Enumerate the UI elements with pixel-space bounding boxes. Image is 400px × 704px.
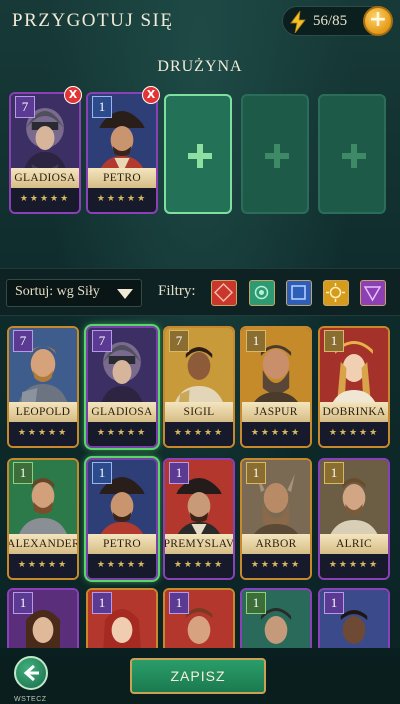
purple-filter-button[interactable] bbox=[360, 280, 386, 306]
water-square-icon bbox=[291, 285, 306, 300]
nature-circle-icon bbox=[254, 285, 269, 300]
sort-label: Sortuj: wg Siły bbox=[15, 284, 100, 299]
star-rating: ★★★★★ bbox=[88, 422, 156, 446]
red-filter-button[interactable] bbox=[211, 280, 237, 306]
star-rating: ★★★★★ bbox=[88, 554, 156, 578]
hero-name: PETRO bbox=[88, 534, 156, 554]
blue-filter-button[interactable] bbox=[286, 280, 312, 306]
hero-card-sigil[interactable]: 7 SIGIL ★★★★★ bbox=[163, 326, 235, 448]
bottom-bar: WSTECZ ZAPISZ bbox=[0, 648, 400, 704]
remove-member-button[interactable]: X bbox=[142, 86, 160, 104]
star-rating: ★★★★★ bbox=[320, 422, 388, 446]
hero-card-leopold[interactable]: 7 LEOPOLD ★★★★★ bbox=[7, 326, 79, 448]
lightning-icon bbox=[290, 11, 306, 33]
app-screen: PRZYGOTUJ SIĘ 56/85 + DRUŻYNA 7 GLADIOSA… bbox=[0, 0, 400, 704]
empty-team-slot[interactable] bbox=[164, 94, 232, 214]
hero-card[interactable]: 1 bbox=[86, 588, 158, 648]
level-badge: 1 bbox=[324, 462, 344, 484]
team-card-petro[interactable]: 1 PETRO ★★★★★ bbox=[86, 92, 158, 214]
add-energy-button[interactable]: + bbox=[363, 6, 393, 36]
star-rating: ★★★★★ bbox=[320, 554, 388, 578]
hero-card-alric[interactable]: 1 ALRIC ★★★★★ bbox=[318, 458, 390, 580]
star-rating: ★★★★★ bbox=[165, 554, 233, 578]
chevron-down-icon bbox=[117, 289, 133, 299]
hero-name: DOBRINKA bbox=[320, 402, 388, 422]
hero-name: JASPUR bbox=[242, 402, 310, 422]
plus-icon bbox=[188, 144, 212, 168]
hero-card-jaspur[interactable]: 1 JASPUR ★★★★★ bbox=[240, 326, 312, 448]
hero-name: PETRO bbox=[88, 168, 156, 188]
hero-card[interactable]: 1 bbox=[7, 588, 79, 648]
fire-diamond-icon bbox=[213, 282, 234, 303]
level-badge: 7 bbox=[13, 330, 33, 352]
star-rating: ★★★★★ bbox=[165, 422, 233, 446]
energy-value: 56/85 bbox=[313, 13, 348, 29]
energy-counter: 56/85 + bbox=[282, 6, 393, 36]
level-badge: 1 bbox=[13, 462, 33, 484]
level-badge: 1 bbox=[246, 462, 266, 484]
level-badge: 1 bbox=[246, 592, 266, 614]
save-button[interactable]: ZAPISZ bbox=[130, 658, 266, 694]
level-badge: 1 bbox=[92, 592, 112, 614]
level-badge: 1 bbox=[246, 330, 266, 352]
remove-member-button[interactable]: X bbox=[64, 86, 82, 104]
sun-icon bbox=[326, 283, 345, 302]
header: PRZYGOTUJ SIĘ 56/85 + bbox=[0, 0, 400, 44]
hero-card-premyslav[interactable]: 1 PREMYSLAV ★★★★★ bbox=[163, 458, 235, 580]
gold-filter-button[interactable] bbox=[323, 280, 349, 306]
plus-icon bbox=[342, 144, 366, 168]
level-badge: 1 bbox=[92, 462, 112, 484]
hero-name: ALEXANDER bbox=[9, 534, 77, 554]
dark-triangle-icon bbox=[363, 286, 382, 302]
level-badge: 1 bbox=[169, 592, 189, 614]
sort-dropdown[interactable]: Sortuj: wg Siły bbox=[6, 279, 142, 307]
hero-name: GLADIOSA bbox=[11, 168, 79, 188]
hero-name: ARBOR bbox=[242, 534, 310, 554]
level-badge: 7 bbox=[169, 330, 189, 352]
level-badge: 1 bbox=[13, 592, 33, 614]
hero-card-gladiosa[interactable]: 7 GLADIOSA ★★★★★ bbox=[86, 326, 158, 448]
level-badge: 7 bbox=[15, 96, 35, 118]
empty-team-slot[interactable] bbox=[318, 94, 386, 214]
star-rating: ★★★★★ bbox=[9, 554, 77, 578]
level-badge: 1 bbox=[324, 330, 344, 352]
plus-icon bbox=[265, 144, 289, 168]
level-badge: 1 bbox=[92, 96, 112, 118]
team-card-gladiosa[interactable]: 7 GLADIOSA ★★★★★ bbox=[9, 92, 81, 214]
hero-roster: 7 LEOPOLD ★★★★★ 7 GLADIOSA ★★★★★ 7 SIGIL… bbox=[0, 318, 400, 648]
back-label: WSTECZ bbox=[14, 696, 47, 703]
hero-name: LEOPOLD bbox=[9, 402, 77, 422]
hero-name: GLADIOSA bbox=[88, 402, 156, 422]
empty-team-slot[interactable] bbox=[241, 94, 309, 214]
hero-card-arbor[interactable]: 1 ARBOR ★★★★★ bbox=[240, 458, 312, 580]
hero-card[interactable]: 1 bbox=[163, 588, 235, 648]
arrow-left-icon bbox=[23, 664, 39, 682]
back-button[interactable] bbox=[14, 656, 48, 690]
star-rating: ★★★★★ bbox=[242, 554, 310, 578]
page-title: PRZYGOTUJ SIĘ bbox=[12, 10, 174, 31]
level-badge: 1 bbox=[324, 592, 344, 614]
hero-name: SIGIL bbox=[165, 402, 233, 422]
hero-name: PREMYSLAV bbox=[165, 534, 233, 554]
filter-toolbar: Sortuj: wg Siły Filtry: bbox=[0, 268, 400, 316]
star-rating: ★★★★★ bbox=[88, 188, 156, 212]
hero-card-dobrinka[interactable]: 1 DOBRINKA ★★★★★ bbox=[318, 326, 390, 448]
green-filter-button[interactable] bbox=[249, 280, 275, 306]
level-badge: 7 bbox=[92, 330, 112, 352]
filters-label: Filtry: bbox=[158, 283, 196, 299]
star-rating: ★★★★★ bbox=[9, 422, 77, 446]
hero-card-alexander[interactable]: 1 ALEXANDER ★★★★★ bbox=[7, 458, 79, 580]
hero-name: ALRIC bbox=[320, 534, 388, 554]
star-rating: ★★★★★ bbox=[11, 188, 79, 212]
hero-card-petro[interactable]: 1 PETRO ★★★★★ bbox=[86, 458, 158, 580]
star-rating: ★★★★★ bbox=[242, 422, 310, 446]
level-badge: 1 bbox=[169, 462, 189, 484]
hero-card[interactable]: 1 bbox=[240, 588, 312, 648]
team-title: DRUŻYNA bbox=[157, 58, 243, 75]
hero-card[interactable]: 1 bbox=[318, 588, 390, 648]
